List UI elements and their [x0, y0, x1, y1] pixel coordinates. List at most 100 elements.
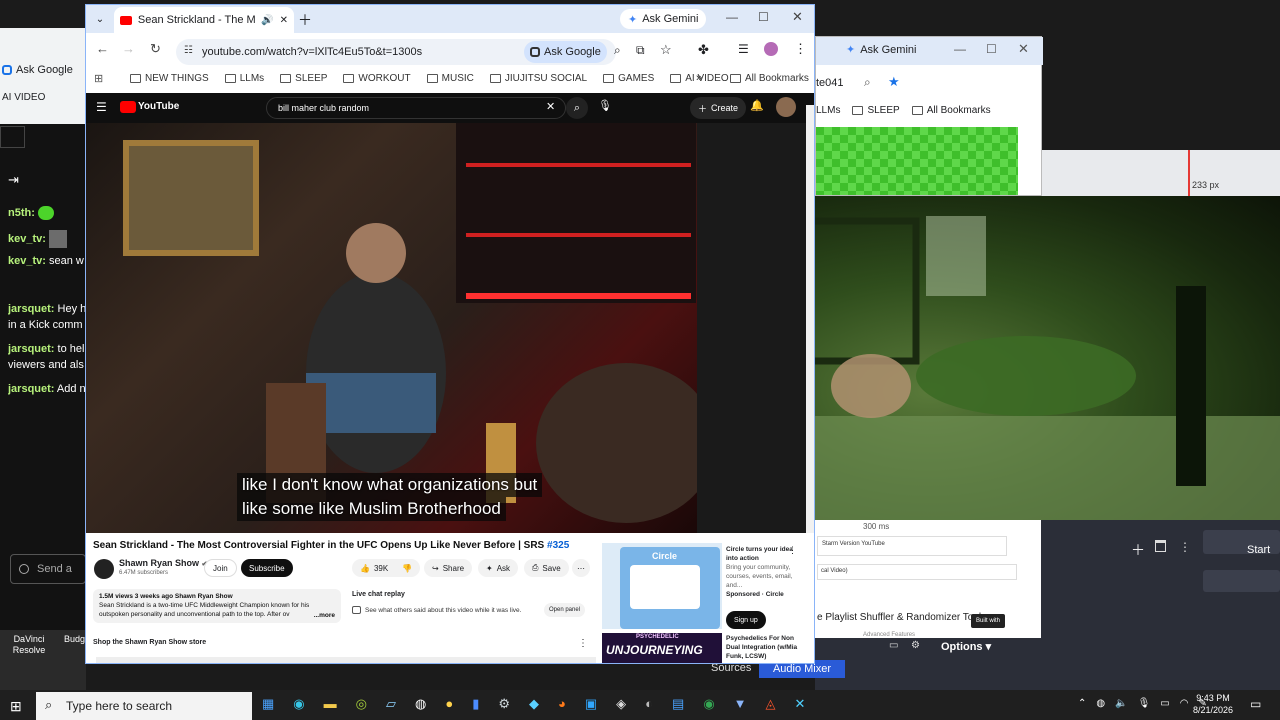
app-icon-7[interactable]: ✕: [795, 696, 806, 712]
built-with-badge[interactable]: Built with: [971, 614, 1006, 628]
settings-app-icon[interactable]: ⚙: [498, 696, 510, 712]
subscribe-button[interactable]: Subscribe: [241, 559, 293, 577]
maximize-icon[interactable]: ☐: [758, 10, 769, 24]
bulb-icon[interactable]: ●: [445, 696, 453, 712]
bookmark-folder[interactable]: GAMES: [603, 73, 654, 84]
delete-icon[interactable]: [1155, 540, 1166, 552]
obs-control[interactable]: [1203, 570, 1280, 592]
ad-sign-up-button[interactable]: Sign up: [726, 611, 766, 629]
bookmark-folder[interactable]: LLMs: [224, 73, 264, 84]
bookmark-folder[interactable]: MUSIC: [426, 73, 474, 84]
ask-gemini-button[interactable]: ✦ Ask Gemini: [846, 43, 916, 57]
desktop-icon-budget[interactable]: Budg: [64, 634, 85, 644]
desktop-icon-davinci[interactable]: DaVinci Resolve: [12, 634, 46, 656]
close-icon[interactable]: ✕: [1018, 41, 1029, 57]
star-icon[interactable]: ★: [888, 74, 900, 90]
channel-name[interactable]: Shawn Ryan Show ✔: [119, 558, 207, 568]
gear-icon[interactable]: ⚙: [911, 640, 920, 651]
tray-icon[interactable]: ◍: [1096, 698, 1105, 709]
more-actions-icon[interactable]: ⋯: [572, 559, 590, 577]
obs-icon[interactable]: ◍: [415, 696, 426, 712]
more-link[interactable]: ...more: [313, 611, 335, 620]
firefox-icon[interactable]: ◕: [558, 696, 566, 712]
chevron-up-icon[interactable]: ⌃: [1078, 698, 1086, 709]
search-icon[interactable]: ⌕: [566, 97, 588, 119]
chat-username[interactable]: n5th:: [8, 207, 35, 219]
expand-icon[interactable]: ⇥: [8, 172, 19, 188]
apps-icon[interactable]: ⊞: [94, 72, 103, 85]
start-button[interactable]: Start: [1247, 544, 1270, 556]
file-explorer-icon[interactable]: ▬: [324, 696, 337, 712]
obs-list-item[interactable]: cal Video): [817, 564, 1017, 580]
chat-username[interactable]: jarsquet:: [8, 343, 54, 355]
forward-icon[interactable]: →: [122, 41, 135, 56]
recommended-title[interactable]: Psychedelics For Non Dual Integration (w…: [726, 634, 798, 661]
site-info-icon[interactable]: ☷: [184, 45, 193, 56]
zoom-icon[interactable]: ⌕: [614, 43, 621, 58]
app-icon-4[interactable]: ◐: [645, 696, 653, 712]
youtube-logo-icon[interactable]: [120, 101, 136, 113]
bookmark-sleep[interactable]: SLEEP: [867, 105, 899, 116]
tab-search-icon[interactable]: ⌄: [92, 11, 108, 27]
add-icon[interactable]: ＋: [1131, 540, 1145, 560]
photoshop-icon[interactable]: ▣: [585, 696, 597, 712]
chrome-icon[interactable]: ◉: [703, 696, 714, 712]
minimize-icon[interactable]: —: [954, 42, 966, 56]
chat-send-input[interactable]: Send a: [10, 554, 86, 584]
speaker-icon[interactable]: 🔊: [261, 15, 273, 26]
recommended-thumbnail[interactable]: PSYCHEDELIC UNJOURNEYING: [602, 633, 722, 663]
reload-icon[interactable]: ↻: [150, 41, 161, 57]
more-bookmarks-icon[interactable]: »: [696, 72, 702, 84]
save-button[interactable]: ⎙ Save: [524, 559, 569, 577]
chat-username[interactable]: jarsquet:: [8, 303, 54, 315]
bookmark-folder[interactable]: NEW THINGS: [130, 73, 209, 84]
notifications-icon[interactable]: ▭: [1250, 697, 1261, 711]
app-icon-3[interactable]: ◆: [529, 696, 539, 712]
video-player[interactable]: [86, 123, 697, 533]
tray-icon[interactable]: ▭: [1160, 698, 1169, 709]
kebab-icon[interactable]: ⋮: [1179, 540, 1191, 554]
ad-menu-icon[interactable]: ⋮: [788, 545, 797, 556]
ask-google-chip[interactable]: Ask Google: [2, 64, 73, 76]
chat-username[interactable]: jarsquet:: [8, 383, 54, 395]
all-bookmarks[interactable]: All Bookmarks: [730, 73, 809, 84]
youtube-logo[interactable]: YouTube: [138, 101, 179, 112]
join-button[interactable]: Join: [204, 559, 237, 577]
minimize-icon[interactable]: —: [726, 10, 738, 24]
docs-icon[interactable]: ▮: [472, 696, 479, 712]
store-menu-icon[interactable]: ⋮: [578, 638, 588, 649]
task-view-icon[interactable]: ▦: [262, 696, 274, 712]
zoom-icon[interactable]: ⌕: [864, 75, 871, 90]
taskbar-search[interactable]: ⌕ Type here to search: [36, 692, 252, 720]
screen-icon[interactable]: ▭: [889, 640, 898, 651]
create-button[interactable]: ＋ Create: [690, 97, 747, 119]
open-panel-button[interactable]: Open panel: [544, 603, 586, 617]
hashtag-link[interactable]: #325: [547, 540, 569, 551]
tab-youtube[interactable]: Sean Strickland - The Most 🔊 ✕: [114, 7, 294, 33]
all-bookmarks[interactable]: All Bookmarks: [927, 105, 991, 116]
extensions-icon[interactable]: ✤: [698, 42, 709, 58]
microphone-icon[interactable]: 🎙: [1138, 698, 1151, 709]
davinci-icon[interactable]: ◈: [616, 696, 626, 712]
media-icon[interactable]: ☰: [738, 42, 749, 56]
bookmark-folder[interactable]: SLEEP: [280, 73, 327, 84]
menu-icon[interactable]: ⋮: [794, 41, 807, 57]
avatar[interactable]: [776, 97, 796, 117]
microphone-icon[interactable]: 🎙: [598, 99, 612, 112]
app-icon-5[interactable]: ▤: [672, 696, 684, 712]
install-icon[interactable]: ⧉: [636, 43, 645, 58]
bookmark-llms[interactable]: LLMs: [816, 105, 840, 116]
like-button[interactable]: 👍 39K 👎: [352, 559, 421, 577]
ask-gemini-button[interactable]: ✦ Ask Gemini: [620, 9, 707, 29]
star-icon[interactable]: ☆: [660, 42, 672, 58]
bookmark-folder[interactable]: JIUJITSU SOCIAL: [489, 73, 587, 84]
ad-thumbnail[interactable]: Circle: [602, 543, 722, 629]
ask-google-button[interactable]: Ask Google: [524, 41, 607, 63]
app-icon-1[interactable]: ◎: [356, 696, 367, 712]
brave-icon[interactable]: ◬: [766, 696, 776, 712]
chat-username[interactable]: kev_tv:: [8, 233, 46, 245]
description-box[interactable]: 1.5M views 3 weeks ago Shawn Ryan Show S…: [93, 589, 341, 623]
app-icon-2[interactable]: ▱: [386, 696, 396, 712]
clock[interactable]: 9:43 PM 8/21/2026: [1184, 692, 1242, 716]
profile-icon[interactable]: [764, 42, 778, 56]
